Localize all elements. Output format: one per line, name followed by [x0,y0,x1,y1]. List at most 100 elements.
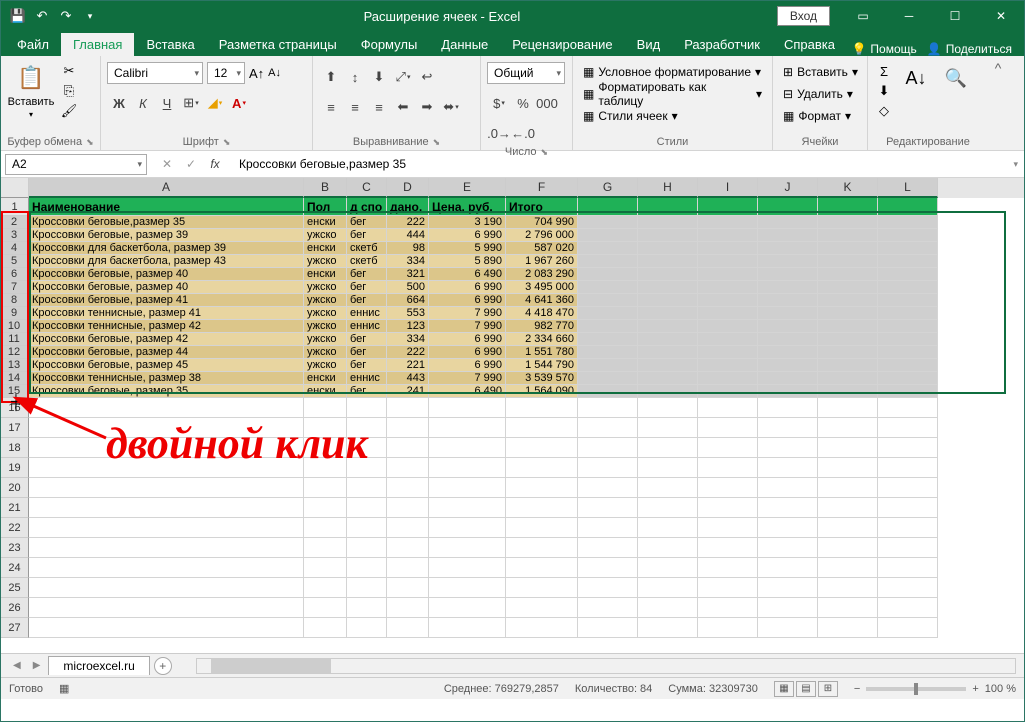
cell[interactable] [304,498,347,518]
tab-formulas[interactable]: Формулы [349,33,430,56]
cell[interactable] [758,242,818,255]
cell[interactable] [578,229,638,242]
cell[interactable]: Кроссовки беговые, размер 41 [29,294,304,307]
currency-icon[interactable]: $ [487,92,511,114]
cell[interactable] [818,498,878,518]
bold-icon[interactable]: Ж [107,92,131,114]
cell[interactable] [818,294,878,307]
cell[interactable] [506,398,578,418]
cell[interactable] [506,498,578,518]
cell[interactable] [506,618,578,638]
column-header[interactable]: J [758,178,818,198]
tab-view[interactable]: Вид [625,33,673,56]
increase-decimal-icon[interactable]: .0→ [487,122,511,144]
cell[interactable] [698,320,758,333]
align-bottom-icon[interactable]: ⬇ [367,66,391,88]
cell[interactable] [429,538,506,558]
cell[interactable] [818,372,878,385]
cell[interactable]: 4 418 470 [506,307,578,320]
cell[interactable]: Кроссовки теннисные, размер 41 [29,307,304,320]
fill-icon[interactable]: ⬇ [874,82,894,100]
cell[interactable] [578,372,638,385]
tab-review[interactable]: Рецензирование [500,33,624,56]
cell[interactable] [818,438,878,458]
cell[interactable] [638,518,698,538]
cell[interactable] [429,558,506,578]
cell[interactable] [818,242,878,255]
cell[interactable] [29,498,304,518]
cell[interactable]: 3 190 [429,216,506,229]
row-header[interactable]: 1 [1,198,29,216]
cell[interactable] [758,398,818,418]
percent-icon[interactable]: % [511,92,535,114]
cell[interactable] [387,598,429,618]
cell[interactable]: 4 641 360 [506,294,578,307]
cell[interactable]: 98 [387,242,429,255]
cell[interactable]: Цена, руб. [429,198,506,216]
cell-styles-button[interactable]: ▦Стили ячеек▾ [579,106,766,126]
cell[interactable]: Итого [506,198,578,216]
cell[interactable]: еннис [347,372,387,385]
select-all-corner[interactable] [1,178,29,198]
cell[interactable] [758,320,818,333]
normal-view-icon[interactable]: ▦ [774,681,794,697]
cell[interactable] [698,498,758,518]
cell[interactable]: 5 890 [429,255,506,268]
cell[interactable]: 444 [387,229,429,242]
cell[interactable] [758,268,818,281]
cell[interactable] [429,598,506,618]
horizontal-scrollbar[interactable] [196,658,1016,674]
cell[interactable] [878,242,938,255]
cell[interactable] [818,346,878,359]
cell[interactable] [578,294,638,307]
cell[interactable]: бег [347,216,387,229]
cell[interactable] [758,294,818,307]
cell[interactable] [578,385,638,398]
cell[interactable]: 222 [387,216,429,229]
ribbon-options-icon[interactable]: ▭ [840,1,886,31]
cell[interactable] [29,518,304,538]
italic-icon[interactable]: К [131,92,155,114]
cell[interactable] [818,216,878,229]
cell[interactable] [878,229,938,242]
cell[interactable] [429,578,506,598]
cell[interactable] [578,359,638,372]
cell[interactable]: 6 990 [429,359,506,372]
cell[interactable] [758,385,818,398]
cell[interactable] [878,438,938,458]
orientation-icon[interactable]: ⤢ [391,66,415,88]
cell[interactable] [506,598,578,618]
comma-icon[interactable]: 000 [535,92,559,114]
cell[interactable] [347,398,387,418]
cell[interactable] [758,359,818,372]
column-header[interactable]: E [429,178,506,198]
tab-developer[interactable]: Разработчик [672,33,772,56]
copy-icon[interactable]: ⎘ [59,82,79,100]
tab-layout[interactable]: Разметка страницы [207,33,349,56]
tell-me[interactable]: 💡 Помощь [851,42,916,56]
row-header[interactable]: 5 [1,255,29,268]
cell[interactable]: Кроссовки для баскетбола, размер 39 [29,242,304,255]
format-cells-button[interactable]: ▦Формат▾ [779,106,862,126]
cell[interactable] [638,498,698,518]
cell[interactable] [818,229,878,242]
cell[interactable] [698,229,758,242]
cell[interactable] [758,372,818,385]
cell[interactable] [878,385,938,398]
cell[interactable]: 7 990 [429,320,506,333]
cell[interactable] [698,333,758,346]
cell[interactable] [698,242,758,255]
cell[interactable] [878,307,938,320]
indent-decrease-icon[interactable]: ⬅ [391,96,415,118]
cell[interactable] [878,216,938,229]
cell[interactable]: Кроссовки беговые, размер 35 [29,385,304,398]
cell[interactable] [758,281,818,294]
row-header[interactable]: 3 [1,229,29,242]
cell[interactable] [758,498,818,518]
column-header[interactable]: C [347,178,387,198]
cell[interactable] [818,268,878,281]
minimize-icon[interactable]: ─ [886,1,932,31]
cell[interactable]: 704 990 [506,216,578,229]
cell[interactable] [29,558,304,578]
enter-formula-icon[interactable]: ✓ [179,157,203,171]
